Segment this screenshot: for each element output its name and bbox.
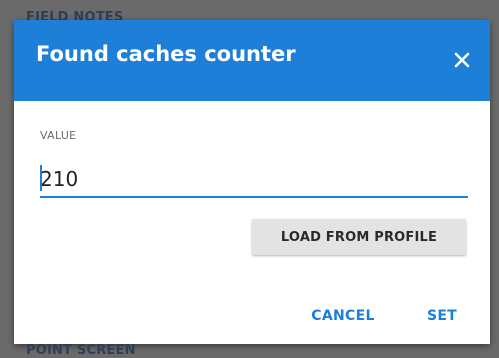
dialog-title: Found caches counter (36, 42, 296, 66)
value-field-label: VALUE (40, 129, 77, 142)
background-section-label-top: FIELD NOTES (26, 10, 124, 20)
text-cursor (40, 165, 42, 191)
load-from-profile-button[interactable]: LOAD FROM PROFILE (252, 219, 466, 255)
value-input[interactable] (40, 162, 468, 198)
close-icon (454, 52, 470, 68)
cancel-button[interactable]: CANCEL (300, 298, 386, 334)
background-section-label-bottom: POINT SCREEN (26, 343, 136, 358)
close-button[interactable] (442, 40, 482, 80)
dialog-header: Found caches counter (14, 20, 490, 101)
found-caches-counter-dialog: Found caches counter VALUE LOAD FROM PRO… (14, 20, 490, 344)
set-button[interactable]: SET (418, 298, 466, 334)
